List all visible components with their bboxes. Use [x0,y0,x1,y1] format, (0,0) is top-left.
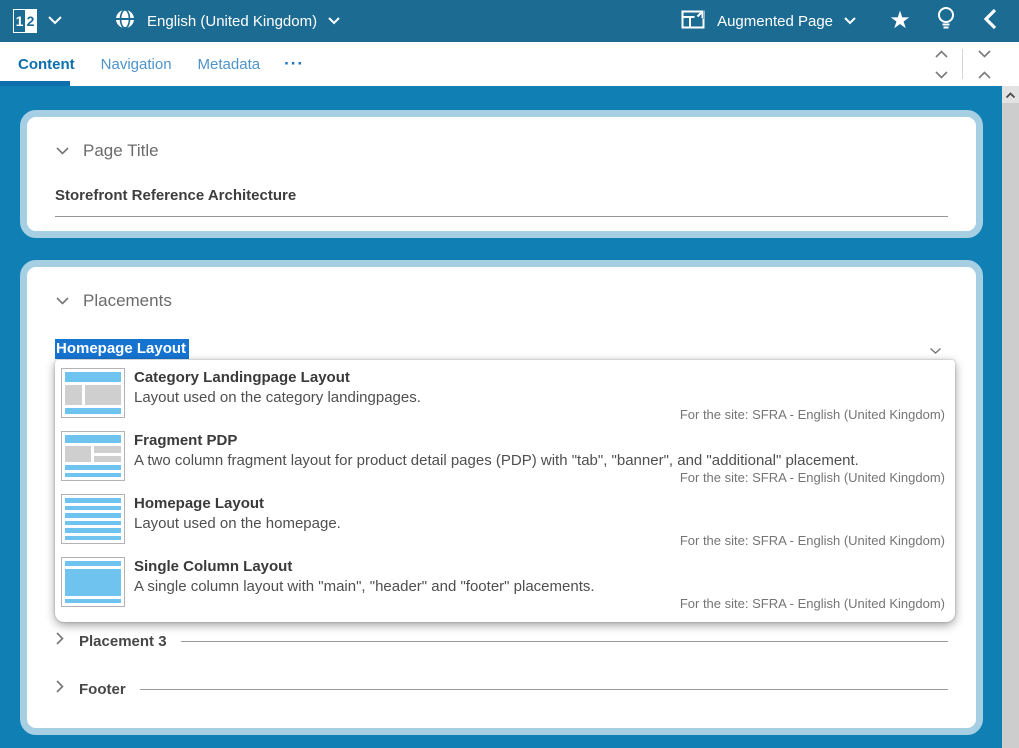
chevron-up-icon [1005,86,1016,104]
app-switcher-chevron[interactable] [47,12,63,30]
tab-navigation[interactable]: Navigation [93,56,180,73]
expand-all-button[interactable] [920,46,962,82]
option-title: Homepage Layout [134,494,947,514]
app-header: 1 2 English (United Kingdom) [0,0,1019,42]
vertical-scrollbar[interactable] [1002,86,1019,748]
section-divider-line [140,689,948,690]
section-title: Page Title [83,141,159,161]
dropdown-option-fragment-pdp[interactable]: Fragment PDP A two column fragment layou… [55,428,955,491]
page-layout-icon [681,9,705,34]
content-area: Page Title Placements Homepage Layout Pl… [0,86,1019,748]
scroll-up-button[interactable] [1002,86,1019,103]
tab-metadata[interactable]: Metadata [190,56,269,73]
language-label: English (United Kingdom) [147,13,317,30]
chevron-right-icon [55,679,65,699]
tab-content[interactable]: Content [10,56,83,73]
chevron-left-icon [983,8,997,35]
chevron-up-icon [977,66,992,84]
chevron-down-icon [327,12,341,30]
section-title: Placement 3 [79,633,167,650]
chevron-down-icon [929,342,942,360]
dropdown-option-category-landingpage-layout[interactable]: Category Landingpage Layout Layout used … [55,365,955,428]
chevron-down-icon [47,12,63,30]
homepage-layout-thumb-icon [61,494,125,544]
app-switcher-badge[interactable]: 1 2 [13,9,37,33]
chevron-right-icon [55,631,65,651]
section-title: Placements [83,291,172,311]
globe-icon [115,9,135,34]
page-type-label: Augmented Page [717,13,833,30]
help-button[interactable] [929,6,963,37]
footer-section-toggle[interactable]: Footer [55,677,948,701]
section-divider-line [181,641,948,642]
dropdown-option-single-column-layout[interactable]: Single Column Layout A single column lay… [55,554,955,617]
page-type-selector[interactable]: Augmented Page [681,9,857,34]
section-title: Footer [79,681,126,698]
single-column-layout-thumb-icon [61,557,125,607]
fragment-pdp-thumb-icon [61,431,125,481]
language-selector[interactable]: English (United Kingdom) [115,9,341,34]
option-title: Single Column Layout [134,557,947,577]
option-description: Layout used on the homepage. [134,514,947,533]
chevron-down-icon [843,12,857,30]
chevron-down-icon [934,66,949,84]
chevron-down-icon [55,291,70,311]
dropdown-option-homepage-layout[interactable]: Homepage Layout Layout used on the homep… [55,491,955,554]
chevron-down-icon [977,45,992,63]
option-description: Layout used on the category landingpages… [134,388,947,407]
lightbulb-icon [936,6,956,37]
page-title-section-toggle[interactable]: Page Title [55,139,948,163]
page-title-field-wrap [55,187,948,217]
option-site-note: For the site: SFRA - English (United Kin… [680,533,945,548]
option-description: A two column fragment layout for product… [134,451,947,470]
placement-3-section-toggle[interactable]: Placement 3 [55,629,948,653]
tab-more-menu[interactable]: ··· [276,54,312,74]
tab-bar: Content Navigation Metadata ··· [0,42,1019,86]
page-title-card: Page Title [20,110,983,238]
favorite-button[interactable]: ★ [883,9,917,33]
option-site-note: For the site: SFRA - English (United Kin… [680,470,945,485]
chevron-up-icon [934,45,949,63]
collapse-all-button[interactable] [963,46,1005,82]
placements-section-toggle[interactable]: Placements [55,289,948,313]
combobox-selected-value: Homepage Layout [55,339,189,359]
layout-dropdown-panel: Category Landingpage Layout Layout used … [55,360,955,622]
category-landingpage-layout-thumb-icon [61,368,125,418]
option-site-note: For the site: SFRA - English (United Kin… [680,596,945,611]
chevron-down-icon [55,141,70,161]
option-title: Fragment PDP [134,431,947,451]
badge-digit-left: 1 [14,10,25,32]
badge-digit-right: 2 [25,10,36,32]
option-site-note: For the site: SFRA - English (United Kin… [680,407,945,422]
option-title: Category Landingpage Layout [134,368,947,388]
star-icon: ★ [889,9,911,33]
page-title-input[interactable] [55,187,948,204]
option-description: A single column layout with "main", "hea… [134,577,947,596]
back-button[interactable] [973,8,1007,35]
